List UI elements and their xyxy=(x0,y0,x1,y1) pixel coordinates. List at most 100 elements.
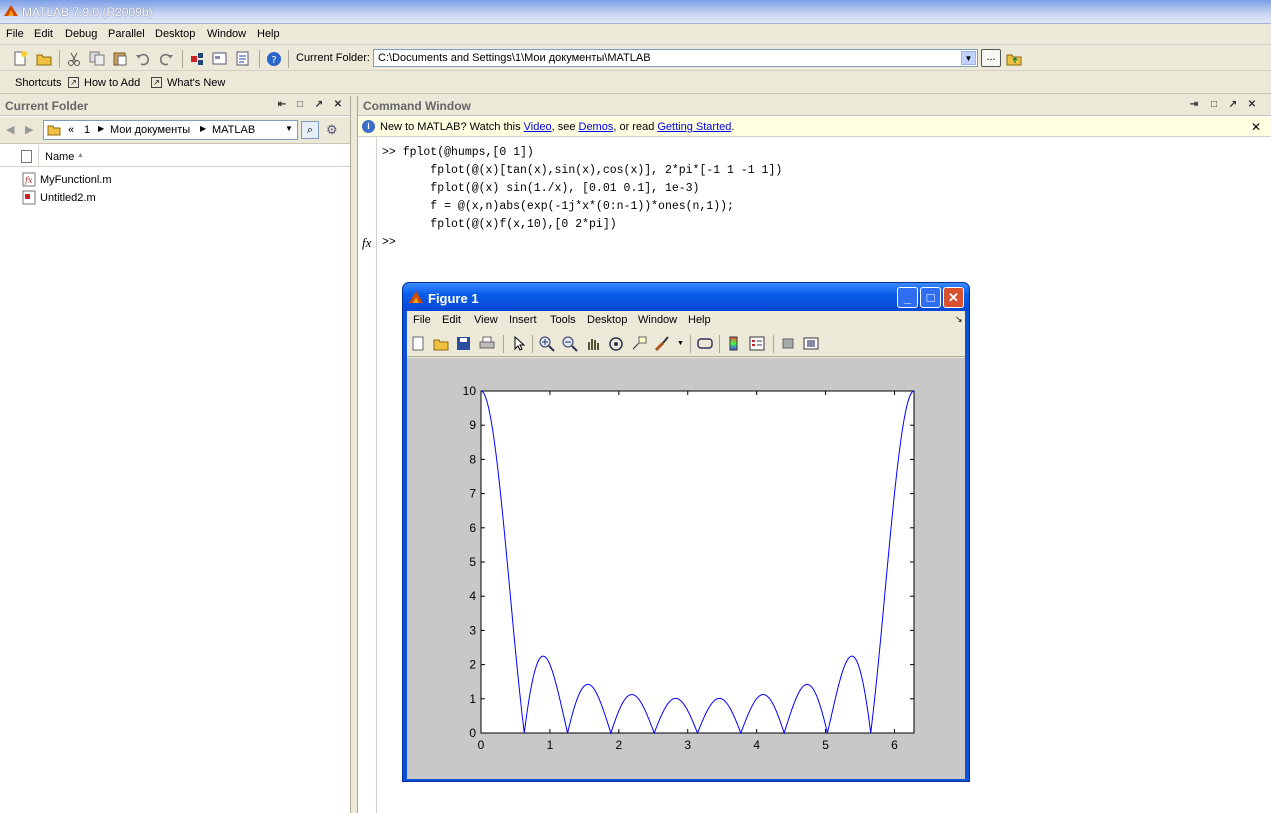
list-item[interactable]: fx MyFunctionl.m xyxy=(0,171,350,189)
y-tick-label: 9 xyxy=(469,418,476,432)
x-tick-label: 4 xyxy=(753,738,760,752)
figure-menu-edit[interactable]: Edit xyxy=(442,314,461,326)
video-link[interactable]: Video xyxy=(524,121,552,133)
gear-icon[interactable]: ⚙ xyxy=(326,122,338,138)
menu-desktop[interactable]: Desktop xyxy=(155,28,195,40)
open-file-icon[interactable] xyxy=(35,50,53,67)
open-file-icon[interactable] xyxy=(432,335,450,352)
whats-new-link[interactable]: What's New xyxy=(167,77,225,89)
plot-svg[interactable]: 0 1 2 3 4 5 6 0 1 2 3 4 5 6 7 8 9 10 xyxy=(407,358,965,779)
main-menu-bar: File Edit Debug Parallel Desktop Window … xyxy=(0,25,1271,45)
back-icon[interactable]: ◀ xyxy=(6,123,14,136)
path-part[interactable]: « xyxy=(68,124,74,136)
folder-path-combo[interactable]: « 1 ▶ Мои документы ▶ MATLAB ▼ xyxy=(43,120,298,140)
save-icon[interactable] xyxy=(455,335,473,352)
current-folder-combo[interactable]: C:\Documents and Settings\1\Мои документ… xyxy=(373,49,978,67)
simulink-icon[interactable] xyxy=(188,50,206,67)
path-part[interactable]: MATLAB xyxy=(212,124,255,136)
dock-arrow-icon[interactable]: ↘ xyxy=(955,314,963,325)
edit-plot-arrow-icon[interactable] xyxy=(509,335,527,352)
figure-menu-file[interactable]: File xyxy=(413,314,431,326)
demos-link[interactable]: Demos xyxy=(579,121,614,133)
close-icon[interactable]: ✕ xyxy=(1246,99,1258,111)
redo-icon[interactable] xyxy=(157,50,175,67)
menu-parallel[interactable]: Parallel xyxy=(108,28,145,40)
maximize-icon[interactable]: □ xyxy=(1208,99,1220,111)
menu-edit[interactable]: Edit xyxy=(34,28,53,40)
menu-debug[interactable]: Debug xyxy=(65,28,97,40)
show-plot-tools-icon[interactable] xyxy=(802,335,820,352)
command-line: fplot(@(x) sin(1./x), [0.01 0.1], 1e-3) xyxy=(382,182,700,195)
search-icon[interactable]: ⌕ xyxy=(301,121,319,139)
print-icon[interactable] xyxy=(478,335,496,352)
info-prefix: New to MATLAB? Watch this xyxy=(380,121,524,133)
browse-folder-button[interactable]: ... xyxy=(981,49,1001,67)
figure-menu-insert[interactable]: Insert xyxy=(509,314,537,326)
minimize-button[interactable]: _ xyxy=(897,287,918,308)
function-browser-icon[interactable]: fx xyxy=(362,235,371,251)
info-mid: , or read xyxy=(613,121,658,133)
path-part[interactable]: 1 xyxy=(84,124,90,136)
list-item[interactable]: Untitled2.m xyxy=(0,189,350,207)
info-bar: i New to MATLAB? Watch this Video, see D… xyxy=(358,117,1271,137)
command-output[interactable]: >> fplot(@humps,[0 1]) fplot(@(x)[tan(x)… xyxy=(382,144,1267,252)
figure-menu-desktop[interactable]: Desktop xyxy=(587,314,627,326)
chevron-down-icon[interactable]: ▼ xyxy=(961,51,976,65)
figure-menu-window[interactable]: Window xyxy=(638,314,677,326)
pan-hand-icon[interactable] xyxy=(584,335,602,352)
profiler-icon[interactable] xyxy=(234,50,252,67)
colorbar-icon[interactable] xyxy=(725,335,743,352)
help-icon[interactable]: ? xyxy=(265,50,283,67)
rotate-3d-icon[interactable] xyxy=(607,335,625,352)
menu-window[interactable]: Window xyxy=(207,28,246,40)
column-name[interactable]: Name xyxy=(45,151,74,163)
close-button[interactable]: ✕ xyxy=(943,287,964,308)
data-cursor-icon[interactable] xyxy=(630,335,648,352)
path-part[interactable]: Мои документы xyxy=(110,124,190,136)
guide-icon[interactable] xyxy=(211,50,229,67)
chevron-down-icon[interactable]: ▼ xyxy=(677,340,684,347)
cut-icon[interactable] xyxy=(65,50,83,67)
forward-icon[interactable]: ▶ xyxy=(25,123,33,136)
up-folder-icon[interactable] xyxy=(1005,50,1023,67)
new-figure-icon[interactable] xyxy=(409,335,427,352)
undock-icon[interactable]: ↗ xyxy=(1227,99,1239,111)
menu-file[interactable]: File xyxy=(6,28,24,40)
dock-icon[interactable]: ⇥ xyxy=(1188,99,1200,111)
figure-title-bar[interactable]: Figure 1 _ □ ✕ xyxy=(403,283,969,311)
figure-menu-tools[interactable]: Tools xyxy=(550,314,576,326)
command-prompt[interactable]: >> xyxy=(382,234,1267,252)
maximize-icon[interactable]: □ xyxy=(294,99,306,111)
figure-canvas[interactable]: 0 1 2 3 4 5 6 0 1 2 3 4 5 6 7 8 9 10 xyxy=(407,358,965,779)
undock-icon[interactable]: ↗ xyxy=(313,99,325,111)
x-tick-label: 1 xyxy=(547,738,554,752)
menu-help[interactable]: Help xyxy=(257,28,280,40)
chevron-down-icon[interactable]: ▼ xyxy=(285,124,293,133)
y-tick-label: 8 xyxy=(469,452,476,466)
zoom-out-icon[interactable] xyxy=(561,335,579,352)
script-file-icon xyxy=(22,190,36,205)
figure-menu-help[interactable]: Help xyxy=(688,314,711,326)
legend-icon[interactable] xyxy=(748,335,766,352)
new-file-icon[interactable] xyxy=(11,50,29,67)
y-tick-label: 10 xyxy=(463,384,477,398)
info-mid: , see xyxy=(551,121,579,133)
paste-icon[interactable] xyxy=(111,50,129,67)
link-plot-icon[interactable] xyxy=(696,335,714,352)
undo-icon[interactable] xyxy=(134,50,152,67)
copy-icon[interactable] xyxy=(88,50,106,67)
hide-plot-tools-icon[interactable] xyxy=(779,335,797,352)
getting-started-link[interactable]: Getting Started xyxy=(657,121,731,133)
zoom-in-icon[interactable] xyxy=(538,335,556,352)
figure-window[interactable]: Figure 1 _ □ ✕ File Edit View Insert Too… xyxy=(402,282,970,782)
shortcuts-label[interactable]: Shortcuts xyxy=(15,77,61,89)
pin-icon[interactable]: ⇤ xyxy=(276,99,288,111)
maximize-button[interactable]: □ xyxy=(920,287,941,308)
close-icon[interactable]: ✕ xyxy=(1251,120,1261,134)
close-icon[interactable]: ✕ xyxy=(332,99,344,111)
figure-menu-view[interactable]: View xyxy=(474,314,498,326)
brush-icon[interactable] xyxy=(653,335,671,352)
how-to-add-link[interactable]: How to Add xyxy=(84,77,140,89)
toolbar-separator xyxy=(182,50,183,68)
toolbar-separator xyxy=(773,335,774,353)
